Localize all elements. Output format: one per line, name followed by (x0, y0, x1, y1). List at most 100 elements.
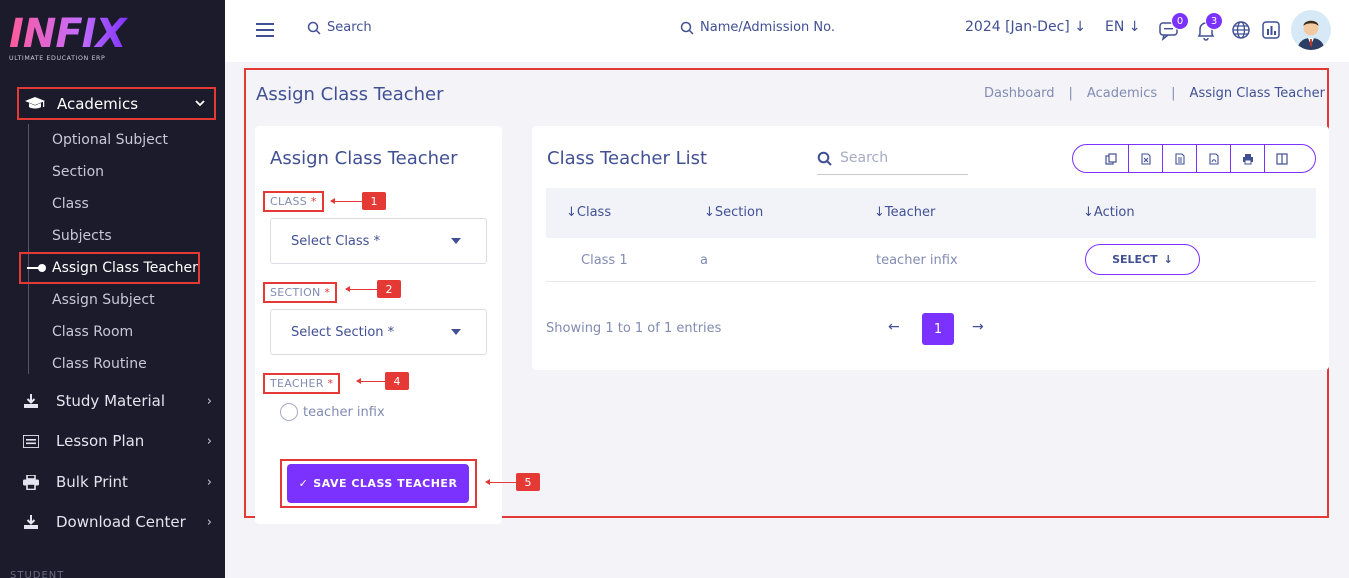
sidebar: INFIX ULTIMATE EDUCATION ERP Academics O… (0, 0, 225, 578)
table-header: ↓Class ↓Section ↓Teacher ↓Action (546, 188, 1316, 238)
column-header-action[interactable]: ↓Action (1083, 205, 1135, 220)
sidebar-item-subjects[interactable]: Subjects (52, 228, 112, 244)
required-mark: * (324, 286, 331, 299)
student-search-label: Name/Admission No. (700, 20, 835, 35)
logo-text: INFIX (9, 14, 129, 54)
chevron-right-icon: › (206, 474, 212, 490)
chart-icon[interactable] (1260, 19, 1282, 41)
sidebar-item-download-center[interactable]: Download Center › (22, 511, 212, 533)
hamburger-menu-icon[interactable] (256, 23, 274, 37)
download-icon (22, 393, 40, 409)
prev-page-arrow-icon[interactable]: ← (888, 319, 900, 335)
breadcrumb-current: Assign Class Teacher (1189, 86, 1325, 101)
caret-down-icon (451, 238, 461, 244)
globe-icon[interactable] (1230, 19, 1252, 41)
select-action-button[interactable]: SELECT ↓ (1085, 244, 1200, 275)
printer-icon (22, 474, 40, 490)
pagination-info: Showing 1 to 1 of 1 entries (546, 321, 722, 336)
next-page-arrow-icon[interactable]: → (972, 319, 984, 335)
sidebar-item-class-room[interactable]: Class Room (52, 324, 133, 340)
teacher-radio[interactable]: teacher infix (280, 403, 385, 421)
callout-1: 1 (330, 192, 386, 210)
pdf-icon[interactable] (1196, 145, 1230, 172)
export-buttons (1072, 144, 1316, 173)
sidebar-item-optional-subject[interactable]: Optional Subject (52, 132, 168, 148)
copy-icon[interactable] (1094, 145, 1128, 172)
class-label-text: CLASS (270, 195, 308, 208)
language-select[interactable]: EN ↓ (1105, 19, 1141, 35)
list-title: Class Teacher List (547, 148, 708, 169)
table-row: Class 1 a teacher infix SELECT ↓ (546, 238, 1316, 282)
callout-4: 4 (356, 372, 409, 390)
callout-number: 4 (385, 372, 409, 390)
class-label: CLASS * (263, 191, 324, 212)
sidebar-item-assign-subject[interactable]: Assign Subject (52, 292, 155, 308)
breadcrumb-separator: | (1068, 86, 1073, 101)
column-header-class[interactable]: ↓Class (566, 205, 611, 220)
list-search-placeholder: Search (840, 150, 889, 166)
cell-class: Class 1 (581, 253, 628, 268)
section-select-value: Select Section * (291, 324, 395, 340)
breadcrumb-academics[interactable]: Academics (1087, 86, 1157, 101)
callout-arrow (330, 197, 362, 204)
print-icon[interactable] (1230, 145, 1264, 172)
breadcrumb-separator: | (1171, 86, 1176, 101)
arrow-down-icon: ↓ (1083, 205, 1094, 220)
column-header-section[interactable]: ↓Section (704, 205, 763, 220)
save-class-teacher-button[interactable]: ✓ SAVE CLASS TEACHER (287, 464, 469, 503)
breadcrumb: Dashboard | Academics | Assign Class Tea… (984, 86, 1325, 101)
radio-circle[interactable] (280, 403, 298, 421)
breadcrumb-dashboard[interactable]: Dashboard (984, 86, 1055, 101)
section-select[interactable]: Select Section * (270, 309, 487, 355)
search-icon (307, 21, 321, 35)
sidebar-item-label: Download Center (56, 513, 186, 531)
cell-teacher: teacher infix (876, 253, 958, 268)
messages-badge: 0 (1171, 12, 1189, 30)
search-icon (817, 151, 832, 166)
csv-icon[interactable] (1162, 145, 1196, 172)
sidebar-item-class[interactable]: Class (52, 196, 89, 212)
academic-year-select[interactable]: 2024 [Jan-Dec] ↓ (965, 19, 1086, 35)
avatar[interactable] (1291, 10, 1331, 50)
chevron-down-icon (195, 97, 205, 110)
sidebar-section-label: STUDENT (10, 570, 65, 578)
excel-icon[interactable] (1128, 145, 1162, 172)
logo[interactable]: INFIX ULTIMATE EDUCATION ERP (9, 14, 129, 66)
callout-number: 5 (516, 473, 540, 491)
sidebar-item-label: Academics (57, 94, 139, 113)
arrow-down-icon: ↓ (566, 205, 577, 220)
search-icon (680, 21, 694, 35)
sidebar-item-label: Lesson Plan (56, 432, 145, 450)
sidebar-item-academics[interactable]: Academics (17, 87, 216, 120)
callout-number: 1 (362, 192, 386, 210)
top-search[interactable]: Search (307, 20, 372, 35)
notifications-badge: 3 (1205, 12, 1223, 30)
arrow-down-icon: ↓ (1074, 19, 1086, 35)
sidebar-item-label: Study Material (56, 392, 166, 410)
sidebar-item-section[interactable]: Section (52, 164, 104, 180)
student-search[interactable]: Name/Admission No. (680, 20, 835, 35)
sidebar-item-lesson-plan[interactable]: Lesson Plan › (22, 430, 212, 452)
chevron-right-icon: › (206, 433, 212, 449)
sidebar-item-study-material[interactable]: Study Material › (22, 390, 212, 412)
class-select[interactable]: Select Class * (270, 218, 487, 264)
top-bar: Search Name/Admission No. 2024 [Jan-Dec]… (225, 0, 1349, 62)
form-title: Assign Class Teacher (270, 148, 458, 169)
language-value: EN (1105, 19, 1125, 35)
column-header-teacher[interactable]: ↓Teacher (874, 205, 935, 220)
sidebar-item-bulk-print[interactable]: Bulk Print › (22, 471, 212, 493)
required-mark: * (327, 377, 334, 390)
cell-section: a (700, 253, 708, 268)
columns-icon[interactable] (1264, 145, 1298, 172)
column-header-label: Action (1093, 205, 1135, 220)
sidebar-item-label: Bulk Print (56, 473, 128, 491)
arrow-down-icon: ↓ (1163, 253, 1173, 266)
sidebar-item-assign-class-teacher[interactable]: Assign Class Teacher (52, 260, 198, 276)
callout-arrow (485, 478, 516, 485)
page-1-button[interactable]: 1 (922, 313, 954, 345)
list-search-input[interactable]: Search (817, 142, 968, 175)
teacher-label: TEACHER * (263, 373, 341, 394)
callout-arrow (356, 377, 385, 384)
sidebar-item-class-routine[interactable]: Class Routine (52, 356, 147, 372)
top-search-label: Search (327, 20, 372, 35)
